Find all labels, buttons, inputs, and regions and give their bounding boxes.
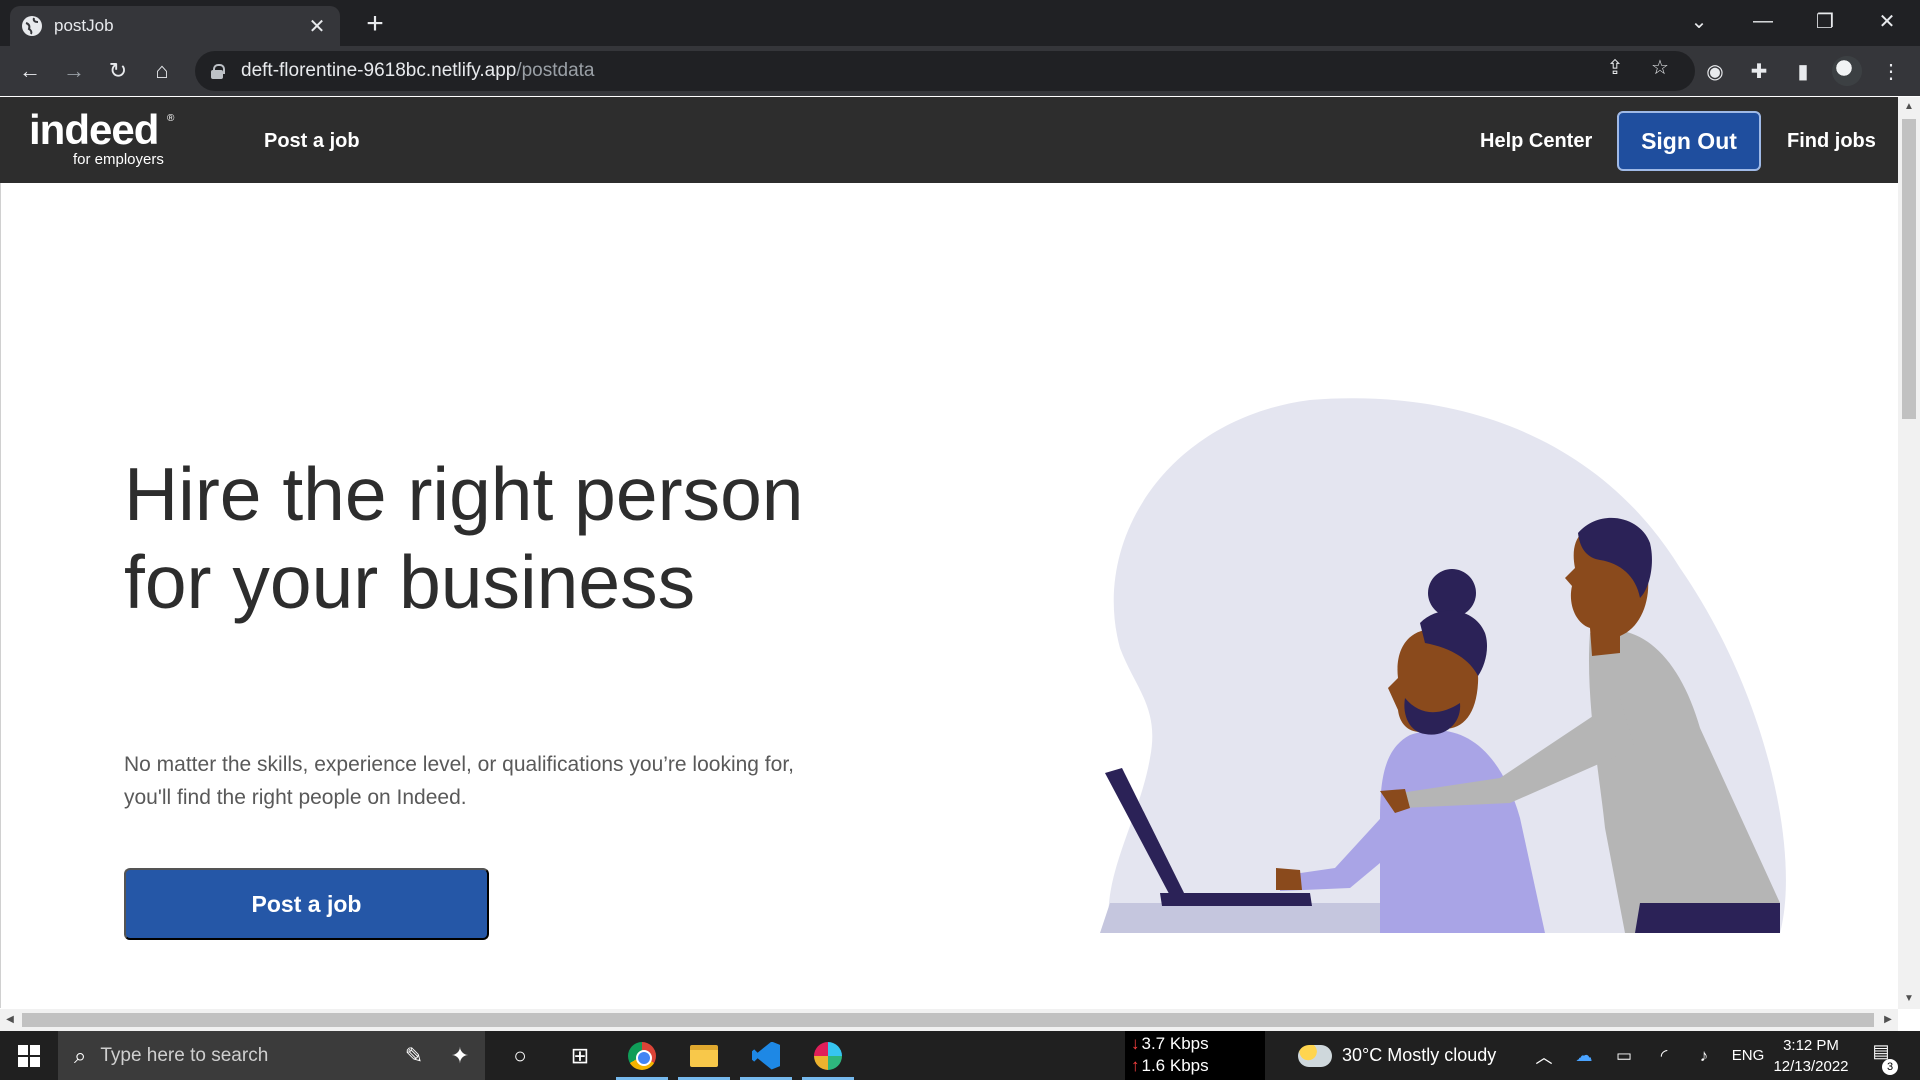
address-bar[interactable]: deft-florentine-9618bc.netlify.app/postd… <box>195 51 1695 91</box>
minimize-button[interactable]: — <box>1732 0 1794 42</box>
slack-icon <box>814 1041 842 1070</box>
satellite-icon[interactable]: ✦ <box>430 1031 490 1080</box>
scroll-right-arrow-icon[interactable]: ▶ <box>1878 1009 1898 1031</box>
registered-mark-icon: ® <box>167 113 175 124</box>
battery-icon[interactable]: ▭ <box>1610 1031 1638 1080</box>
language-indicator[interactable]: ENG <box>1728 1031 1768 1080</box>
hero-subtitle-line2: you'll find the right people on Indeed. <box>124 786 467 809</box>
vscode-icon <box>752 1041 780 1070</box>
clock-date: 12/13/2022 <box>1773 1058 1849 1075</box>
cloudy-weather-icon <box>1298 1044 1332 1067</box>
hero-title-line2: for your business <box>124 540 696 624</box>
net-down-value: 3.7 Kbps <box>1141 1034 1209 1053</box>
file-explorer-taskbar-icon[interactable] <box>674 1031 734 1080</box>
url-host: deft-florentine-9618bc.netlify.app <box>241 60 517 81</box>
horizontal-scrollbar[interactable]: ◀ ▶ <box>0 1009 1898 1031</box>
taskbar-clock[interactable]: 3:12 PM 12/13/2022 <box>1768 1035 1854 1077</box>
scroll-up-arrow-icon[interactable]: ▲ <box>1898 97 1920 117</box>
nav-help-center-link[interactable]: Help Center <box>1480 130 1592 153</box>
download-arrow-icon: ↓ <box>1131 1034 1140 1053</box>
logo-subtitle: for employers <box>73 151 164 168</box>
reload-icon[interactable]: ↻ <box>102 55 134 87</box>
scroll-down-arrow-icon[interactable]: ▼ <box>1898 989 1920 1009</box>
post-job-button[interactable]: Post a job <box>124 868 489 940</box>
tab-title: postJob <box>54 16 114 35</box>
nav-post-job-link[interactable]: Post a job <box>264 130 360 153</box>
taskbar-search-placeholder: Type here to search <box>100 1044 269 1066</box>
browser-toolbar: ← → ↻ ⌂ deft-florentine-9618bc.netlify.a… <box>0 46 1920 96</box>
site-header: indeed for employers ® Post a job Help C… <box>0 97 1898 183</box>
notification-center-icon[interactable]: ▤ 3 <box>1866 1041 1898 1075</box>
folder-icon <box>690 1044 718 1067</box>
net-up-value: 1.6 Kbps <box>1141 1056 1209 1075</box>
vscode-taskbar-icon[interactable] <box>736 1031 796 1080</box>
globe-icon <box>22 16 42 36</box>
url-path: /postdata <box>516 60 595 81</box>
hero-subtitle: No matter the skills, experience level, … <box>124 748 864 814</box>
bookmark-star-icon[interactable]: ☆ <box>1648 55 1672 79</box>
search-icon: ⌕ <box>74 1042 87 1068</box>
laptop-base <box>1160 893 1312 906</box>
windows-start-icon[interactable] <box>18 1045 40 1067</box>
cortana-icon[interactable]: ○ <box>490 1031 550 1080</box>
vertical-scrollbar[interactable]: ▲ ▼ <box>1898 97 1920 1009</box>
standing-person-legs <box>1635 903 1780 933</box>
profile-avatar[interactable] <box>1832 56 1862 86</box>
notification-badge: 3 <box>1882 1059 1898 1075</box>
hero-title-line1: Hire the right person <box>124 452 804 536</box>
hero-title: Hire the right person for your business <box>124 450 924 626</box>
indeed-logo[interactable]: indeed for employers ® <box>29 106 174 169</box>
nav-find-jobs-link[interactable]: Find jobs <box>1787 130 1876 153</box>
browser-tab-strip: postJob ✕ + ⌄ — ❐ ✕ <box>0 0 1920 46</box>
chrome-icon <box>628 1041 656 1070</box>
vertical-scroll-thumb[interactable] <box>1902 119 1916 419</box>
horizontal-scroll-thumb[interactable] <box>22 1013 1874 1027</box>
slack-taskbar-icon[interactable] <box>798 1031 858 1080</box>
share-icon[interactable]: ⇪ <box>1603 55 1627 79</box>
logo-wordmark: indeed <box>29 106 159 153</box>
chrome-taskbar-icon[interactable] <box>612 1031 672 1080</box>
sign-out-button[interactable]: Sign Out <box>1617 111 1761 171</box>
onedrive-cloud-icon[interactable]: ☁ <box>1570 1031 1598 1080</box>
network-speed-widget: ↓ 3.7 Kbps ↑ 1.6 Kbps <box>1125 1031 1265 1080</box>
home-icon[interactable]: ⌂ <box>146 55 178 87</box>
back-arrow-icon[interactable]: ← <box>14 55 46 87</box>
weather-text: 30°C Mostly cloudy <box>1342 1045 1497 1065</box>
close-icon[interactable]: ✕ <box>306 14 328 39</box>
puzzle-icon[interactable]: ✚ <box>1744 56 1774 86</box>
upload-arrow-icon: ↑ <box>1131 1056 1140 1075</box>
windows-taskbar: ⌕ Type here to search ✎ ✦ ○ ⊞ ↓ 3.7 Kbps … <box>0 1031 1920 1080</box>
restore-button[interactable]: ❐ <box>1794 0 1856 42</box>
scroll-left-arrow-icon[interactable]: ◀ <box>0 1009 20 1031</box>
hero-subtitle-line1: No matter the skills, experience level, … <box>124 753 794 776</box>
volume-icon[interactable]: ♪ <box>1690 1031 1718 1080</box>
menu-kebab-icon[interactable]: ⋮ <box>1876 56 1906 86</box>
hiring-illustration <box>1100 398 1786 933</box>
hair-bun <box>1428 569 1476 617</box>
forward-arrow-icon[interactable]: → <box>58 55 90 87</box>
lock-icon[interactable] <box>211 63 225 79</box>
seated-hand <box>1276 868 1302 890</box>
task-view-icon[interactable]: ⊞ <box>550 1031 610 1080</box>
browser-tab[interactable]: postJob ✕ <box>10 6 340 46</box>
wifi-icon[interactable]: ◜ <box>1650 1031 1678 1080</box>
clock-time: 3:12 PM <box>1783 1037 1839 1054</box>
show-hidden-icons-chevron-icon[interactable]: ︿ <box>1530 1031 1558 1080</box>
side-panel-icon[interactable]: ▮ <box>1788 56 1818 86</box>
extension-icon[interactable]: ◉ <box>1700 56 1730 86</box>
close-window-button[interactable]: ✕ <box>1856 0 1918 42</box>
new-tab-button[interactable]: + <box>358 8 392 42</box>
tab-search-icon[interactable]: ⌄ <box>1668 0 1730 42</box>
weather-widget[interactable]: 30°C Mostly cloudy <box>1298 1031 1496 1080</box>
